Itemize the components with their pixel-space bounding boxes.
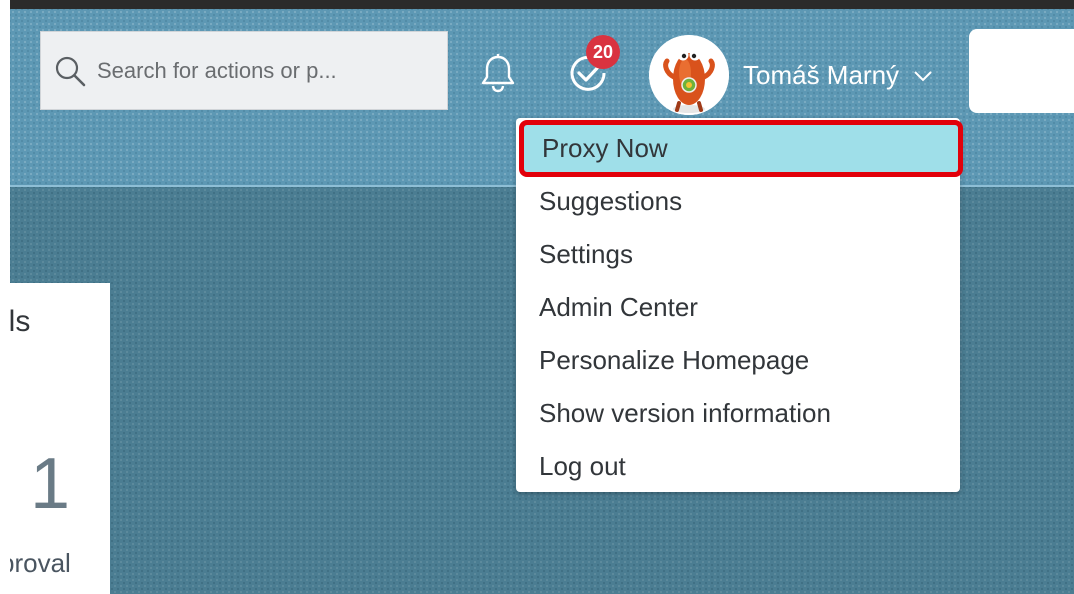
app-frame: 20 Tomáš Marný als 1 xyxy=(10,0,1074,594)
bell-icon[interactable] xyxy=(480,53,516,93)
mascot-avatar[interactable] xyxy=(649,35,729,115)
menu-item-proxy-now[interactable]: Proxy Now xyxy=(519,120,963,177)
menu-item-log-out[interactable]: Log out xyxy=(516,440,960,493)
user-name: Tomáš Marný xyxy=(743,59,900,90)
tile-subtitle: proval xyxy=(10,548,71,578)
search-input[interactable] xyxy=(95,56,439,85)
tile-count: 1 xyxy=(30,444,71,524)
approvals-tile[interactable]: als 1 proval xyxy=(10,283,110,594)
menu-item-show-version-information[interactable]: Show version information xyxy=(516,387,960,440)
menu-item-settings[interactable]: Settings xyxy=(516,228,960,281)
header-side-panel xyxy=(969,29,1074,113)
user-dropdown-menu: Proxy Now Suggestions Settings Admin Cen… xyxy=(516,118,963,493)
chevron-down-icon xyxy=(913,69,933,82)
search-icon xyxy=(53,54,87,88)
task-count-badge: 20 xyxy=(586,35,620,69)
window-top-border xyxy=(10,0,1074,9)
user-menu-button[interactable]: Tomáš Marný xyxy=(743,55,933,95)
menu-item-admin-center[interactable]: Admin Center xyxy=(516,281,960,334)
menu-item-suggestions[interactable]: Suggestions xyxy=(516,175,960,228)
tile-title: als xyxy=(10,305,31,338)
search-box[interactable] xyxy=(40,31,448,110)
menu-item-personalize-homepage[interactable]: Personalize Homepage xyxy=(516,334,960,387)
